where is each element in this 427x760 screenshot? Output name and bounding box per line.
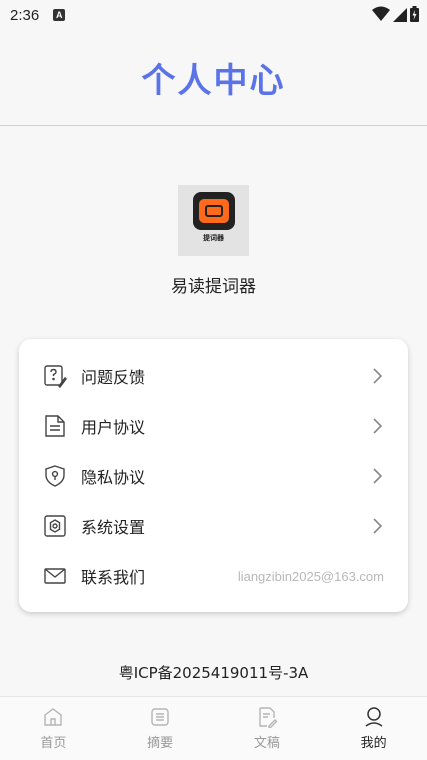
tab-manuscript[interactable]: 文稿 bbox=[214, 697, 321, 760]
menu-item-label: 问题反馈 bbox=[81, 368, 146, 387]
summary-icon bbox=[151, 708, 169, 726]
icp-license: 粤ICP备2025419011号-3A bbox=[118, 664, 309, 682]
status-icons bbox=[372, 6, 419, 22]
status-bar: 2:36 A bbox=[0, 0, 427, 30]
menu-item-privacy[interactable]: 隐私协议 bbox=[19, 451, 408, 501]
chevron-right-icon bbox=[373, 418, 383, 434]
tv-icon bbox=[192, 192, 235, 230]
chevron-right-icon bbox=[373, 368, 383, 384]
menu-item-label: 隐私协议 bbox=[81, 468, 146, 487]
edit-document-icon bbox=[259, 707, 278, 728]
menu-item-label: 联系我们 bbox=[81, 568, 146, 587]
logo-text: 提词器 bbox=[203, 234, 224, 242]
mail-icon bbox=[43, 564, 67, 588]
signal-icon bbox=[393, 8, 407, 22]
menu-card: 问题反馈 用户协议 隐私协议 系统设置 联系我们 liangzibin2025@… bbox=[19, 339, 408, 612]
chevron-right-icon bbox=[373, 468, 383, 484]
menu-item-feedback[interactable]: 问题反馈 bbox=[19, 351, 408, 401]
header: 个人中心 bbox=[0, 30, 427, 126]
shield-icon bbox=[43, 464, 67, 488]
menu-item-label: 系统设置 bbox=[81, 518, 146, 537]
menu-item-settings[interactable]: 系统设置 bbox=[19, 501, 408, 551]
contact-email: liangzibin2025@163.com bbox=[237, 568, 384, 584]
status-time: 2:36 bbox=[10, 6, 40, 24]
bottom-tab-bar: 首页 摘要 文稿 我的 bbox=[0, 696, 427, 760]
user-icon bbox=[365, 707, 383, 727]
menu-item-contact[interactable]: 联系我们 liangzibin2025@163.com bbox=[19, 551, 408, 601]
menu-item-label: 用户协议 bbox=[81, 418, 146, 437]
wifi-icon bbox=[372, 6, 390, 21]
tab-label: 摘要 bbox=[147, 736, 174, 751]
home-icon bbox=[44, 708, 63, 726]
page-title: 个人中心 bbox=[141, 61, 286, 101]
tab-mine[interactable]: 我的 bbox=[320, 697, 427, 760]
app-name: 易读提词器 bbox=[171, 277, 256, 297]
tab-label: 首页 bbox=[40, 736, 67, 751]
battery-icon bbox=[410, 6, 419, 22]
tab-label: 文稿 bbox=[253, 736, 280, 751]
notification-icon: A bbox=[53, 9, 66, 21]
tab-summary[interactable]: 摘要 bbox=[107, 697, 214, 760]
app-logo: 提词器 bbox=[178, 185, 249, 256]
chevron-right-icon bbox=[373, 518, 383, 534]
settings-icon bbox=[43, 514, 67, 538]
document-icon bbox=[43, 414, 67, 438]
menu-item-user-agreement[interactable]: 用户协议 bbox=[19, 401, 408, 451]
tab-label: 我的 bbox=[360, 736, 387, 751]
tab-home[interactable]: 首页 bbox=[0, 697, 107, 760]
feedback-icon bbox=[43, 364, 67, 388]
